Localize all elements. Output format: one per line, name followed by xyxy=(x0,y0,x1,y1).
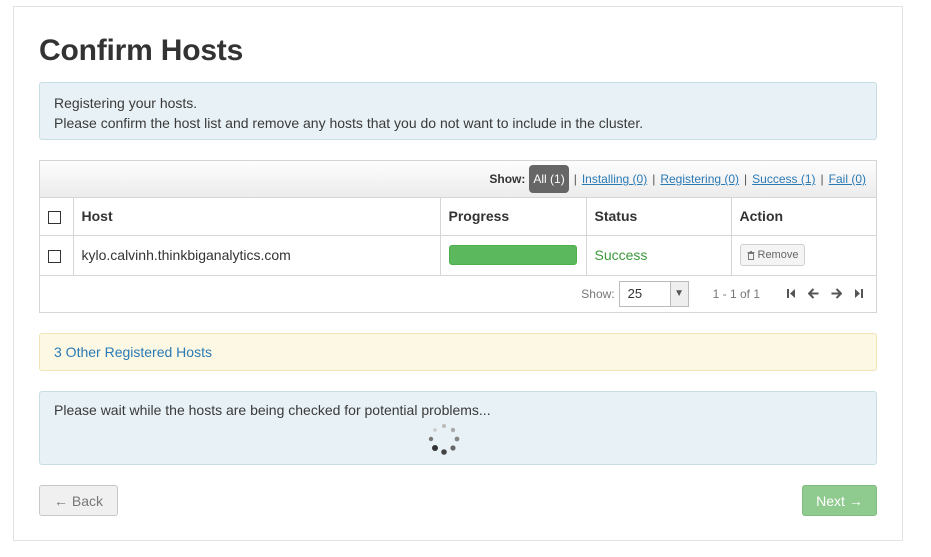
other-hosts-link[interactable]: 3 Other Registered Hosts xyxy=(54,344,212,360)
page-size-select[interactable]: 25 ▼ xyxy=(618,280,689,307)
hosts-table-container: Show: All (1) | Installing (0) | Registe… xyxy=(39,160,877,313)
hosts-table: Host Progress Status Action kylo.calvinh… xyxy=(40,198,876,276)
back-button[interactable]: ← Back xyxy=(39,485,118,516)
info-line-1: Registering your hosts. xyxy=(54,95,198,111)
info-line-2: Please confirm the host list and remove … xyxy=(54,115,644,131)
filter-registering[interactable]: Registering (0) xyxy=(660,172,739,186)
host-name: kylo.calvinh.thinkbiganalytics.com xyxy=(73,235,441,276)
progress-cell xyxy=(440,235,587,276)
column-status: Status xyxy=(586,198,732,236)
column-progress: Progress xyxy=(440,198,587,236)
page-size-value: 25 xyxy=(627,286,643,301)
filter-show-label: Show: xyxy=(489,172,526,186)
progress-bar xyxy=(448,245,577,265)
next-page-icon[interactable] xyxy=(831,288,842,299)
host-filter-bar: Show: All (1) | Installing (0) | Registe… xyxy=(40,161,876,198)
next-button[interactable]: Next → xyxy=(802,485,877,516)
filter-success[interactable]: Success (1) xyxy=(752,172,815,186)
chevron-down-icon: ▼ xyxy=(669,281,688,306)
action-cell: Remove xyxy=(731,235,876,276)
select-all-cell xyxy=(40,198,74,236)
first-page-icon[interactable] xyxy=(786,288,796,299)
table-row: kylo.calvinh.thinkbiganalytics.com Succe… xyxy=(40,235,876,276)
registration-info: Registering your hosts. Please confirm t… xyxy=(39,82,877,140)
filter-separator: | xyxy=(573,172,577,186)
remove-label: Remove xyxy=(757,249,799,261)
row-select-cell xyxy=(40,235,74,276)
page-title: Confirm Hosts xyxy=(39,34,244,67)
trash-icon xyxy=(747,250,754,260)
table-header-row: Host Progress Status Action xyxy=(40,198,876,236)
remove-host-button[interactable]: Remove xyxy=(739,244,806,266)
last-page-icon[interactable] xyxy=(854,288,864,299)
select-all-checkbox[interactable] xyxy=(48,211,61,225)
filter-separator: | xyxy=(652,172,656,186)
prev-page-icon[interactable] xyxy=(808,288,819,299)
pagination-bar: Show: 25 ▼ 1 - 1 of 1 xyxy=(40,276,876,312)
column-host: Host xyxy=(73,198,441,236)
status-text: Success xyxy=(586,235,732,276)
filter-separator: | xyxy=(744,172,748,186)
wait-message: Please wait while the hosts are being ch… xyxy=(54,402,491,418)
pager-nav xyxy=(786,288,864,299)
other-hosts-alert: 3 Other Registered Hosts xyxy=(39,333,877,371)
page-size-label: Show: xyxy=(581,286,615,301)
column-action: Action xyxy=(731,198,876,236)
filter-installing[interactable]: Installing (0) xyxy=(582,172,647,186)
filter-separator: | xyxy=(820,172,824,186)
filter-fail[interactable]: Fail (0) xyxy=(829,172,866,186)
row-checkbox[interactable] xyxy=(48,249,61,263)
filter-all[interactable]: All (1) xyxy=(529,165,569,193)
page-range: 1 - 1 of 1 xyxy=(712,286,760,301)
spinner-icon xyxy=(428,424,460,455)
